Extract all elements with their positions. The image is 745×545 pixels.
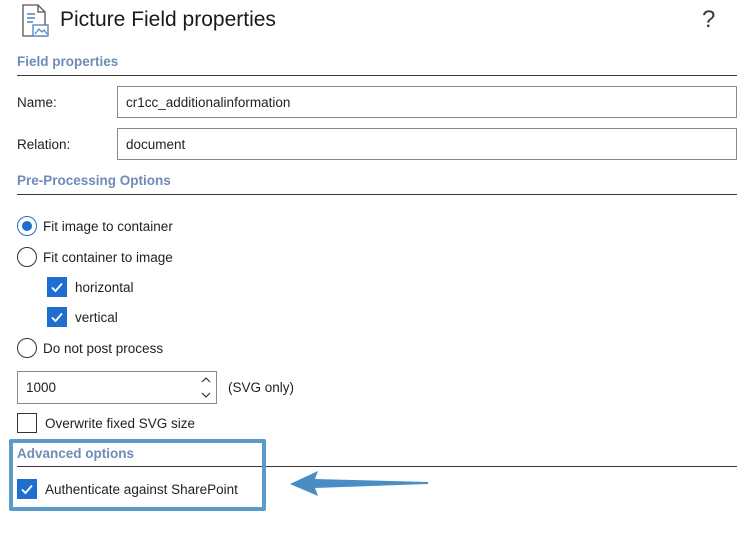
name-label: Name: <box>17 95 57 110</box>
fit-image-label: Fit image to container <box>43 218 173 234</box>
no-post-process-label: Do not post process <box>43 340 164 356</box>
field-properties-divider <box>17 75 737 76</box>
relation-input[interactable] <box>117 128 737 160</box>
authenticate-sharepoint-label: Authenticate against SharePoint <box>45 481 238 497</box>
chevron-down-icon <box>201 392 211 398</box>
fit-container-label: Fit container to image <box>43 249 173 265</box>
vertical-checkbox[interactable] <box>47 307 67 327</box>
no-post-process-option[interactable]: Do not post process <box>17 338 163 358</box>
decrement-button[interactable] <box>196 388 216 404</box>
vertical-label: vertical <box>75 309 118 325</box>
pre-processing-divider <box>17 194 737 195</box>
increment-button[interactable] <box>196 372 216 388</box>
dialog-title: Picture Field properties <box>60 8 276 31</box>
help-button[interactable]: ? <box>702 6 715 34</box>
field-properties-header: Field properties <box>17 54 119 69</box>
name-input[interactable] <box>117 86 737 118</box>
checkmark-icon <box>51 312 63 323</box>
horizontal-option[interactable]: horizontal <box>47 277 134 297</box>
overwrite-svg-label: Overwrite fixed SVG size <box>45 415 196 431</box>
no-post-process-radio[interactable] <box>17 338 37 358</box>
fit-image-radio[interactable] <box>17 216 37 236</box>
relation-label: Relation: <box>17 137 71 152</box>
fit-image-option[interactable]: Fit image to container <box>17 216 173 236</box>
arrow-left-icon <box>290 471 428 496</box>
checkmark-icon <box>21 484 33 495</box>
horizontal-checkbox[interactable] <box>47 277 67 297</box>
svg-size-stepper[interactable] <box>17 371 217 404</box>
authenticate-sharepoint-checkbox[interactable] <box>17 479 37 499</box>
fit-container-radio[interactable] <box>17 247 37 267</box>
horizontal-label: horizontal <box>75 279 134 295</box>
svg-size-input[interactable] <box>18 372 196 403</box>
vertical-option[interactable]: vertical <box>47 307 118 327</box>
picture-document-icon <box>20 4 50 38</box>
advanced-options-header: Advanced options <box>17 446 135 461</box>
overwrite-svg-option[interactable]: Overwrite fixed SVG size <box>17 413 195 433</box>
authenticate-sharepoint-option[interactable]: Authenticate against SharePoint <box>17 479 238 499</box>
fit-container-option[interactable]: Fit container to image <box>17 247 173 267</box>
svg-only-label: (SVG only) <box>228 380 295 395</box>
advanced-options-divider <box>17 466 737 467</box>
checkmark-icon <box>51 282 63 293</box>
chevron-up-icon <box>201 377 211 383</box>
pre-processing-header: Pre-Processing Options <box>17 173 171 188</box>
overwrite-svg-checkbox[interactable] <box>17 413 37 433</box>
